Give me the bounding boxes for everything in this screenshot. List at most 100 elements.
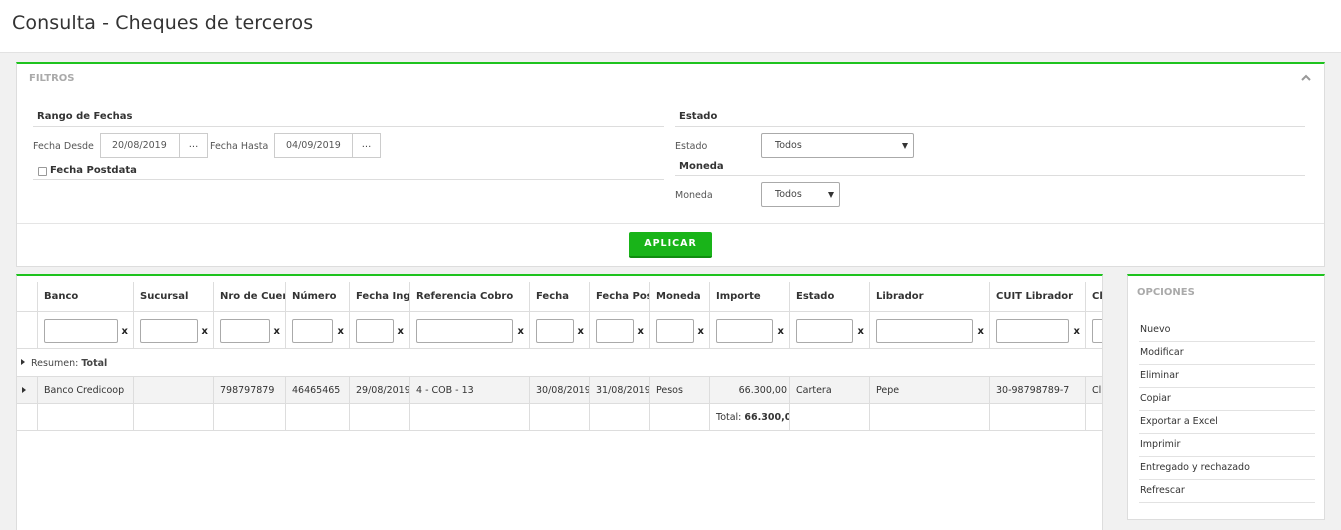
filter-input-fecha_pos[interactable] <box>596 319 634 343</box>
filter-input-fecha_ingreso[interactable] <box>356 319 394 343</box>
column-header-librador[interactable]: Librador <box>870 282 990 311</box>
column-header-cuit[interactable]: CUIT Librador <box>990 282 1086 311</box>
filter-input-referencia[interactable] <box>416 319 513 343</box>
cell-moneda: Pesos <box>650 377 710 403</box>
cell-sucursal <box>134 377 214 403</box>
cell-numero: 46465465 <box>286 377 350 403</box>
moneda-select[interactable]: Todos <box>761 182 840 207</box>
clear-filter-icon[interactable]: x <box>274 326 280 337</box>
filter-input-numero[interactable] <box>292 319 333 343</box>
option-refrescar[interactable]: Refrescar <box>1139 480 1315 503</box>
column-header-extra[interactable]: Cl <box>1086 282 1102 311</box>
total-cell-cuit <box>990 404 1086 430</box>
filter-input-banco[interactable] <box>44 319 118 343</box>
date-from-label: Fecha Desde <box>33 141 94 152</box>
moneda-section-title: Moneda <box>679 161 724 172</box>
filter-cell-referencia: x <box>410 312 530 348</box>
postdated-checkbox[interactable] <box>38 167 47 176</box>
clear-filter-icon[interactable]: x <box>858 326 864 337</box>
filter-input-estado[interactable] <box>796 319 853 343</box>
filter-input-cuit[interactable] <box>996 319 1069 343</box>
column-header-fecha[interactable]: Fecha <box>530 282 590 311</box>
clear-filter-icon[interactable]: x <box>1074 326 1080 337</box>
filter-cell-sucursal: x <box>134 312 214 348</box>
total-cell-nro_cuenta <box>214 404 286 430</box>
cell-banco: Banco Credicoop <box>38 377 134 403</box>
column-header-nro_cuenta[interactable]: Nro de Cuen <box>214 282 286 311</box>
cheques-grid: Banco Sucursal Nro de Cuen Número Fecha Ingr… <box>16 274 1103 530</box>
cell-referencia: 4 - COB - 13 <box>410 377 530 403</box>
option-eliminar[interactable]: Eliminar <box>1139 365 1315 388</box>
filter-cell-numero: x <box>286 312 350 348</box>
cell-fecha: 30/08/2019 <box>530 377 590 403</box>
chevron-up-icon[interactable] <box>1300 72 1312 84</box>
filter-input-fecha[interactable] <box>536 319 574 343</box>
apply-button[interactable]: APLICAR <box>629 232 712 258</box>
option-exportar-a-excel[interactable]: Exportar a Excel <box>1139 411 1315 434</box>
date-to-picker-button[interactable]: ... <box>352 133 381 158</box>
filter-cell-fecha_pos: x <box>590 312 650 348</box>
divider <box>675 126 1305 127</box>
option-imprimir[interactable]: Imprimir <box>1139 434 1315 457</box>
clear-filter-icon[interactable]: x <box>338 326 344 337</box>
option-nuevo[interactable]: Nuevo <box>1139 319 1315 342</box>
clear-filter-icon[interactable]: x <box>202 326 208 337</box>
date-from-picker-button[interactable]: ... <box>179 133 208 158</box>
filter-input-moneda[interactable] <box>656 319 694 343</box>
column-header-sucursal[interactable]: Sucursal <box>134 282 214 311</box>
filter-input-extra[interactable] <box>1092 319 1102 343</box>
caret-down-icon <box>902 143 908 149</box>
table-row[interactable]: Banco Credicoop 798797879 46465465 29/08/20… <box>17 377 1102 404</box>
caret-down-icon <box>828 192 834 198</box>
grid-summary-row[interactable]: Resumen: Total <box>17 349 1102 377</box>
clear-filter-icon[interactable]: x <box>518 326 524 337</box>
postdated-label: Fecha Postdata <box>50 165 137 176</box>
date-to-input[interactable]: 04/09/2019 <box>274 133 354 158</box>
cell-librador: Pepe <box>870 377 990 403</box>
column-header-moneda[interactable]: Moneda <box>650 282 710 311</box>
total-cell-extra <box>1086 404 1102 430</box>
column-header-fecha_ingreso[interactable]: Fecha Ingr <box>350 282 410 311</box>
total-cell-importe: Total: 66.300,00 <box>710 404 790 430</box>
divider <box>33 179 664 180</box>
column-header-numero[interactable]: Número <box>286 282 350 311</box>
clear-filter-icon[interactable]: x <box>638 326 644 337</box>
divider <box>33 126 664 127</box>
expand-arrow-icon[interactable] <box>21 359 25 365</box>
filter-cell-estado: x <box>790 312 870 348</box>
date-from-input[interactable]: 20/08/2019 <box>100 133 180 158</box>
cell-extra: Cl <box>1086 377 1102 403</box>
clear-filter-icon[interactable]: x <box>978 326 984 337</box>
column-header-banco[interactable]: Banco <box>38 282 134 311</box>
estado-select[interactable]: Todos <box>761 133 914 158</box>
total-cell-sucursal <box>134 404 214 430</box>
filter-cell-moneda: x <box>650 312 710 348</box>
moneda-select-value: Todos <box>775 189 802 200</box>
clear-filter-icon[interactable]: x <box>122 326 128 337</box>
column-header-fecha_pos[interactable]: Fecha Pos <box>590 282 650 311</box>
grid-header-row: Banco Sucursal Nro de Cuen Número Fecha Ingr… <box>17 282 1102 312</box>
option-entregado-y-rechazado[interactable]: Entregado y rechazado <box>1139 457 1315 480</box>
total-cell-estado <box>790 404 870 430</box>
options-panel: OPCIONES Nuevo Modificar Eliminar Copiar Exp… <box>1127 274 1325 520</box>
clear-filter-icon[interactable]: x <box>578 326 584 337</box>
column-header-importe[interactable]: Importe <box>710 282 790 311</box>
filter-input-librador[interactable] <box>876 319 973 343</box>
grid-gutter-cell <box>17 312 38 348</box>
clear-filter-icon[interactable]: x <box>398 326 404 337</box>
grid-total-row: Total: 66.300,00 <box>17 404 1102 431</box>
clear-filter-icon[interactable]: x <box>778 326 784 337</box>
expand-arrow-icon[interactable] <box>22 387 26 393</box>
clear-filter-icon[interactable]: x <box>698 326 704 337</box>
filter-input-importe[interactable] <box>716 319 773 343</box>
option-modificar[interactable]: Modificar <box>1139 342 1315 365</box>
filter-input-sucursal[interactable] <box>140 319 198 343</box>
column-header-referencia[interactable]: Referencia Cobro <box>410 282 530 311</box>
filter-cell-librador: x <box>870 312 990 348</box>
column-header-estado[interactable]: Estado <box>790 282 870 311</box>
filters-panel: FILTROS Rango de Fechas Fecha Desde 20/0… <box>16 62 1325 267</box>
grid-gutter-cell <box>17 282 38 311</box>
filter-input-nro_cuenta[interactable] <box>220 319 270 343</box>
option-copiar[interactable]: Copiar <box>1139 388 1315 411</box>
total-cell-numero <box>286 404 350 430</box>
